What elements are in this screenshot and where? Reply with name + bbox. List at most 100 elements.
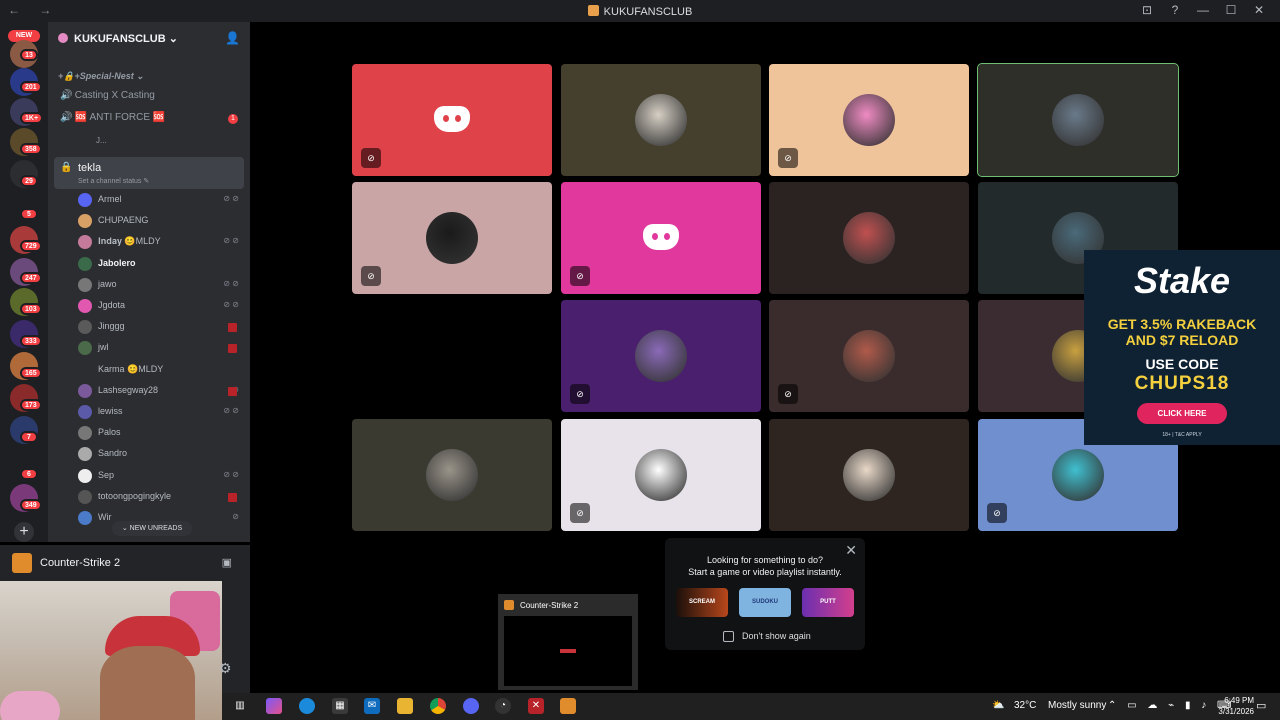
participant-tile[interactable] (352, 419, 552, 531)
participant-tile[interactable] (769, 419, 969, 531)
help-icon[interactable]: ? (1168, 3, 1182, 17)
voice-member[interactable]: Lashsegway28⊘ (78, 383, 243, 399)
ad-click-here-button[interactable]: CLICK HERE (1137, 403, 1227, 424)
voice-member[interactable]: J... (96, 136, 107, 145)
store-icon[interactable]: ▦ (332, 698, 348, 714)
voice-channel-anti-force[interactable]: 🔊 🆘 ANTI FORCE 🆘 (60, 112, 165, 123)
voice-member[interactable]: CHUPAENG (78, 213, 243, 229)
deafened-icon: ⊘ (570, 384, 590, 404)
ad-terms: 18+ | T&C APPLY (1162, 432, 1202, 438)
activity-icon (228, 344, 237, 354)
avatar (1052, 449, 1104, 501)
inbox-icon[interactable]: ⊡ (1140, 3, 1154, 17)
discord-logo-icon (643, 224, 679, 250)
chrome-icon[interactable] (430, 698, 446, 714)
invite-people-icon[interactable]: 👤 (225, 31, 240, 45)
deafened-icon: ⊘ (778, 148, 798, 168)
voice-member[interactable]: Karma 😊MLDY (78, 362, 243, 378)
discord-icon[interactable] (463, 698, 479, 714)
channel-status[interactable]: Set a channel status ✎ (78, 177, 149, 185)
participant-tile[interactable]: ⊘ (769, 300, 969, 412)
participant-tile[interactable] (977, 63, 1179, 177)
voice-member[interactable]: Jinggg (78, 319, 243, 335)
obs-icon[interactable]: ◔ (495, 698, 511, 714)
dont-show-checkbox[interactable] (723, 631, 734, 642)
taskbar-preview[interactable]: Counter-Strike 2 (498, 594, 638, 690)
add-server-button[interactable]: + (14, 522, 34, 542)
participant-tile[interactable] (769, 182, 969, 294)
unread-badge: 729 (20, 240, 42, 252)
edge-icon[interactable] (299, 698, 315, 714)
member-name: totoongpogingkyle (98, 490, 172, 501)
minimize-button[interactable]: — (1196, 3, 1210, 17)
server-logo-icon (58, 33, 68, 43)
activity-prompt: ✕ Looking for something to do? Start a g… (665, 538, 865, 650)
deafened-icon: ⊘ (778, 384, 798, 404)
participant-tile[interactable]: ⊘ (561, 419, 761, 531)
voice-member[interactable]: totoongpogingkyle (78, 489, 243, 505)
participant-tile[interactable]: ⊘ (769, 64, 969, 176)
weather-text[interactable]: Mostly sunny (1048, 700, 1106, 711)
active-voice-channel[interactable]: 🔒 tekla Set a channel status ✎ (54, 157, 244, 189)
unread-badge: 358 (20, 143, 42, 155)
outlook-icon[interactable]: ✉ (364, 698, 380, 714)
avatar (843, 94, 895, 146)
unread-badge: 7 (20, 431, 38, 443)
avatar (635, 94, 687, 146)
voice-member[interactable]: lewiss ⊘ ⊘ (78, 404, 243, 420)
participant-tile[interactable] (561, 64, 761, 176)
notification-icon[interactable]: ▭ (1256, 699, 1266, 712)
muted-deafened-icon: ⊘ ⊘ (223, 236, 239, 246)
gear-icon[interactable]: ⚙ (219, 660, 232, 677)
server-name[interactable]: KUKUFANSCLUB ⌄ (58, 32, 178, 45)
ad-promo-code: CHUPS18 (1134, 373, 1230, 394)
activity-scream[interactable]: SCREAM (676, 588, 728, 617)
voice-member[interactable]: Jabolero (78, 256, 243, 272)
activity-putt[interactable]: PUTT (802, 588, 854, 617)
avatar (78, 511, 92, 525)
activity-sudoku[interactable]: SUDOKU (739, 588, 791, 617)
voice-member[interactable]: Sandro (78, 446, 243, 462)
new-unreads-pill[interactable]: ⌄ NEW UNREADS (112, 521, 192, 536)
activity-icon (228, 323, 237, 333)
weather-icon[interactable]: ⛅ (992, 700, 1004, 711)
deafened-icon: ⊘ (987, 503, 1007, 523)
channel-category[interactable]: +🔒+Special-Nest ⌄ (58, 71, 144, 82)
participant-tile[interactable]: ⊘ (352, 182, 552, 294)
close-button[interactable]: ✕ (1252, 3, 1266, 17)
member-name: jawo (98, 278, 117, 289)
clock[interactable]: 6:49 PM 3/31/2026 (1204, 695, 1254, 717)
app-icon[interactable]: ✕ (528, 698, 544, 714)
server-name-text: KUKUFANSCLUB ⌄ (74, 33, 178, 45)
avatar (426, 212, 478, 264)
participant-tile[interactable]: ⊘ (561, 182, 761, 294)
unread-badge: 6 (20, 468, 38, 480)
participant-tile[interactable]: ⊘ (352, 64, 552, 176)
counter-strike-icon[interactable] (560, 698, 576, 714)
member-name: Armel (98, 194, 122, 204)
channel-name: tekla (78, 162, 102, 174)
voice-channel-casting[interactable]: 🔊 Casting X Casting (60, 90, 155, 101)
voice-member[interactable]: 𝐈𝐧𝐝𝐚𝐲 😊MLDY ⊘ ⊘ (78, 234, 243, 250)
avatar (78, 489, 92, 504)
voice-member[interactable]: jawo ⊘ ⊘ (78, 277, 243, 293)
voice-member[interactable]: Armel ⊘ ⊘ (78, 192, 243, 208)
file-explorer-icon[interactable] (397, 698, 413, 714)
voice-member[interactable]: jwl (78, 340, 243, 356)
unread-badge: 173 (20, 399, 42, 411)
copilot-icon[interactable] (266, 698, 282, 714)
voice-member[interactable]: Jgdota ⊘ ⊘ (78, 298, 243, 314)
task-view-icon[interactable]: ▥ (232, 698, 248, 714)
maximize-button[interactable]: ☐ (1224, 3, 1238, 17)
avatar (78, 256, 92, 271)
voice-member[interactable]: Palos (78, 425, 243, 441)
stake-ad-overlay[interactable]: Stake GET 3.5% RAKEBACK AND $7 RELOAD US… (1084, 250, 1280, 445)
participant-tile[interactable]: ⊘ (561, 300, 761, 412)
channel-badge: 1 (228, 114, 238, 124)
voice-member[interactable]: Sep ⊘ ⊘ (78, 468, 243, 484)
ad-line-2: AND $7 RELOAD (1125, 332, 1239, 348)
counter-strike-icon (504, 600, 514, 610)
member-name: Palos (98, 427, 121, 438)
monitor-icon[interactable]: ▣ (222, 556, 232, 569)
weather-temp[interactable]: 32°C (1014, 700, 1036, 711)
